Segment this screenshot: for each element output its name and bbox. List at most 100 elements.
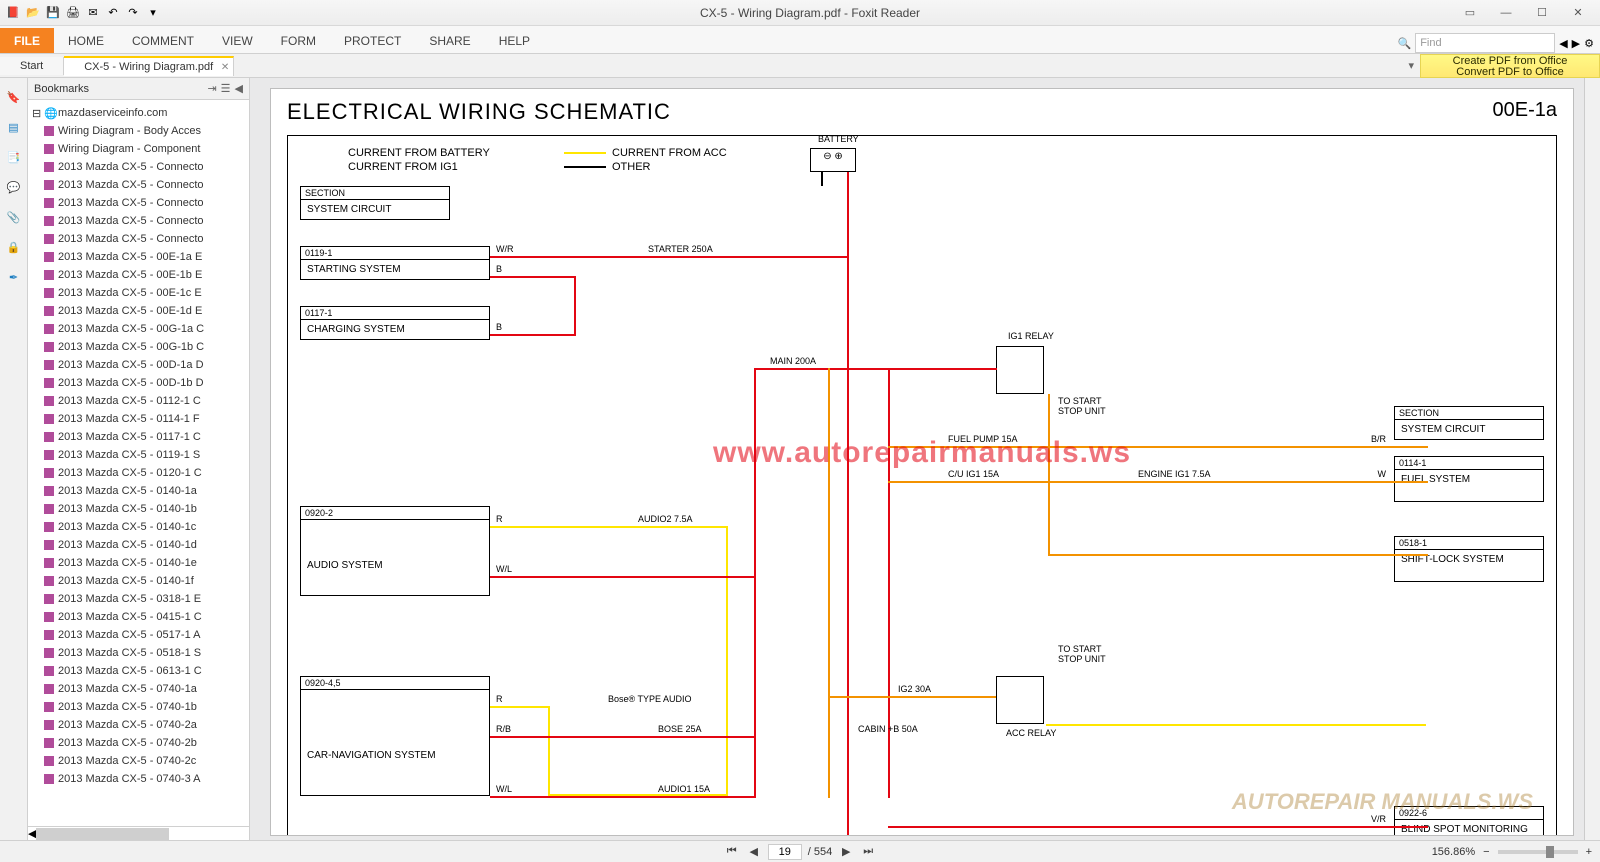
- layers-icon[interactable]: 📑: [5, 148, 23, 166]
- find-settings-icon[interactable]: ⚙: [1584, 37, 1594, 50]
- bookmark-item[interactable]: 2013 Mazda CX-5 - Connecto: [44, 158, 249, 176]
- promo-banner[interactable]: Create PDF from Office Convert PDF to Of…: [1420, 54, 1600, 78]
- box-audio: 0920-2AUDIO SYSTEM: [300, 506, 490, 596]
- prev-page-icon[interactable]: ◀: [746, 845, 762, 858]
- attachments-icon[interactable]: 📎: [5, 208, 23, 226]
- maximize-button[interactable]: ☐: [1526, 4, 1558, 22]
- bookmark-item[interactable]: 2013 Mazda CX-5 - 0120-1 C: [44, 464, 249, 482]
- find-next-icon[interactable]: ▶: [1572, 37, 1580, 50]
- bookmark-item[interactable]: 2013 Mazda CX-5 - 0114-1 F: [44, 410, 249, 428]
- find-input[interactable]: Find: [1415, 33, 1555, 53]
- bookmarks-icon[interactable]: 🔖: [5, 88, 23, 106]
- redo-icon[interactable]: ↷: [124, 4, 142, 22]
- window-title: CX-5 - Wiring Diagram.pdf - Foxit Reader: [166, 6, 1454, 20]
- battery-symbol: [810, 148, 856, 172]
- bookmark-item[interactable]: 2013 Mazda CX-5 - 0140-1a: [44, 482, 249, 500]
- bookmark-item[interactable]: 2013 Mazda CX-5 - 0740-2a: [44, 716, 249, 734]
- bookmark-item[interactable]: 2013 Mazda CX-5 - 0740-2b: [44, 734, 249, 752]
- tab-view[interactable]: VIEW: [208, 28, 267, 53]
- bookmark-item[interactable]: 2013 Mazda CX-5 - 00E-1a E: [44, 248, 249, 266]
- bookmark-item[interactable]: 2013 Mazda CX-5 - 00D-1b D: [44, 374, 249, 392]
- vertical-scrollbar[interactable]: [1584, 78, 1600, 840]
- bookmark-item[interactable]: 2013 Mazda CX-5 - 00E-1b E: [44, 266, 249, 284]
- ribbon-toggle-icon[interactable]: ▭: [1454, 4, 1486, 22]
- tab-comment[interactable]: COMMENT: [118, 28, 208, 53]
- search-icon[interactable]: 🔍: [1397, 37, 1411, 50]
- document-tabs: Start CX-5 - Wiring Diagram.pdf✕ ▾ Creat…: [0, 54, 1600, 78]
- undo-icon[interactable]: ↶: [104, 4, 122, 22]
- print-icon[interactable]: 🖨: [64, 4, 82, 22]
- last-page-icon[interactable]: ⏭: [860, 845, 876, 858]
- tab-overflow-icon[interactable]: ▾: [1408, 59, 1414, 72]
- open-icon[interactable]: 📂: [24, 4, 42, 22]
- next-page-icon[interactable]: ▶: [838, 845, 854, 858]
- minimize-button[interactable]: —: [1490, 4, 1522, 22]
- signatures-icon[interactable]: ✒: [5, 268, 23, 286]
- tab-protect[interactable]: PROTECT: [330, 28, 415, 53]
- comments-icon[interactable]: 💬: [5, 178, 23, 196]
- bookmark-item[interactable]: 2013 Mazda CX-5 - 0740-1b: [44, 698, 249, 716]
- box-carnav: 0920-4,5CAR-NAVIGATION SYSTEM: [300, 676, 490, 796]
- box-shiftlock: 0518-1SHIFT-LOCK SYSTEM: [1394, 536, 1544, 582]
- bookmark-item[interactable]: 2013 Mazda CX-5 - 0119-1 S: [44, 446, 249, 464]
- bookmark-item[interactable]: 2013 Mazda CX-5 - 00E-1c E: [44, 284, 249, 302]
- doctab-wiring[interactable]: CX-5 - Wiring Diagram.pdf✕: [64, 56, 234, 76]
- bookmark-item[interactable]: 2013 Mazda CX-5 - 00G-1b C: [44, 338, 249, 356]
- bookmarks-tree[interactable]: ⊟ 🌐 mazdaserviceinfo.com Wiring Diagram …: [28, 100, 249, 826]
- bookmark-item[interactable]: 2013 Mazda CX-5 - 0613-1 C: [44, 662, 249, 680]
- doctab-start[interactable]: Start: [0, 57, 64, 75]
- bookmark-item[interactable]: 2013 Mazda CX-5 - Connecto: [44, 194, 249, 212]
- bookmark-item[interactable]: 2013 Mazda CX-5 - 0140-1e: [44, 554, 249, 572]
- document-view[interactable]: ELECTRICAL WIRING SCHEMATIC 00E-1a CURRE…: [250, 78, 1600, 840]
- bm-root[interactable]: ⊟ 🌐 mazdaserviceinfo.com: [32, 104, 249, 122]
- scroll-left-icon[interactable]: ◀: [28, 827, 36, 840]
- pages-icon[interactable]: ▤: [5, 118, 23, 136]
- bookmark-item[interactable]: 2013 Mazda CX-5 - 0140-1d: [44, 536, 249, 554]
- first-page-icon[interactable]: ⏮: [724, 845, 740, 858]
- bookmark-item[interactable]: 2013 Mazda CX-5 - 0140-1b: [44, 500, 249, 518]
- bookmark-item[interactable]: 2013 Mazda CX-5 - 0518-1 S: [44, 644, 249, 662]
- bookmark-item[interactable]: 2013 Mazda CX-5 - Connecto: [44, 230, 249, 248]
- bookmark-item[interactable]: 2013 Mazda CX-5 - 0140-1c: [44, 518, 249, 536]
- bookmarks-panel: Bookmarks ⇥ ☰ ◀ ⊟ 🌐 mazdaserviceinfo.com…: [28, 78, 250, 840]
- security-icon[interactable]: 🔒: [5, 238, 23, 256]
- bookmark-item[interactable]: 2013 Mazda CX-5 - 0740-2c: [44, 752, 249, 770]
- find-prev-icon[interactable]: ◀: [1559, 37, 1567, 50]
- tab-share[interactable]: SHARE: [415, 28, 484, 53]
- bookmark-item[interactable]: 2013 Mazda CX-5 - 00E-1d E: [44, 302, 249, 320]
- close-button[interactable]: ✕: [1562, 4, 1594, 22]
- bookmark-item[interactable]: 2013 Mazda CX-5 - 00D-1a D: [44, 356, 249, 374]
- zoom-in-icon[interactable]: +: [1586, 846, 1592, 858]
- bookmark-item[interactable]: 2013 Mazda CX-5 - 0112-1 C: [44, 392, 249, 410]
- bookmark-item[interactable]: 2013 Mazda CX-5 - 00G-1a C: [44, 320, 249, 338]
- bm-expand-icon[interactable]: ⇥: [207, 82, 216, 95]
- bm-hscroll[interactable]: ◀: [28, 826, 249, 840]
- bookmark-item[interactable]: 2013 Mazda CX-5 - 0117-1 C: [44, 428, 249, 446]
- bm-menu-icon[interactable]: ☰: [221, 82, 231, 95]
- bookmark-item[interactable]: 2013 Mazda CX-5 - 0318-1 E: [44, 590, 249, 608]
- bookmark-item[interactable]: Wiring Diagram - Body Acces: [44, 122, 249, 140]
- bookmark-item[interactable]: 2013 Mazda CX-5 - 0740-3 A: [44, 770, 249, 788]
- close-icon[interactable]: ✕: [221, 62, 229, 73]
- bookmark-item[interactable]: 2013 Mazda CX-5 - 0415-1 C: [44, 608, 249, 626]
- page-input[interactable]: [768, 844, 802, 860]
- bookmark-item[interactable]: 2013 Mazda CX-5 - Connecto: [44, 212, 249, 230]
- app-icon: 📕: [4, 4, 22, 22]
- bookmark-item[interactable]: 2013 Mazda CX-5 - Connecto: [44, 176, 249, 194]
- tab-help[interactable]: HELP: [485, 28, 544, 53]
- zoom-out-icon[interactable]: −: [1483, 846, 1489, 858]
- email-icon[interactable]: ✉: [84, 4, 102, 22]
- tab-file[interactable]: FILE: [0, 28, 54, 53]
- bookmark-item[interactable]: Wiring Diagram - Component: [44, 140, 249, 158]
- tab-form[interactable]: FORM: [267, 28, 330, 53]
- bookmark-item[interactable]: 2013 Mazda CX-5 - 0740-1a: [44, 680, 249, 698]
- zoom-slider[interactable]: [1498, 850, 1578, 854]
- bm-close-icon[interactable]: ◀: [235, 82, 243, 95]
- save-icon[interactable]: 💾: [44, 4, 62, 22]
- pdf-page: ELECTRICAL WIRING SCHEMATIC 00E-1a CURRE…: [270, 88, 1574, 836]
- tab-home[interactable]: HOME: [54, 28, 118, 53]
- quick-access-toolbar: 📕 📂 💾 🖨 ✉ ↶ ↷ ▾: [0, 4, 166, 22]
- qat-more-icon[interactable]: ▾: [144, 4, 162, 22]
- bookmark-item[interactable]: 2013 Mazda CX-5 - 0517-1 A: [44, 626, 249, 644]
- bookmark-item[interactable]: 2013 Mazda CX-5 - 0140-1f: [44, 572, 249, 590]
